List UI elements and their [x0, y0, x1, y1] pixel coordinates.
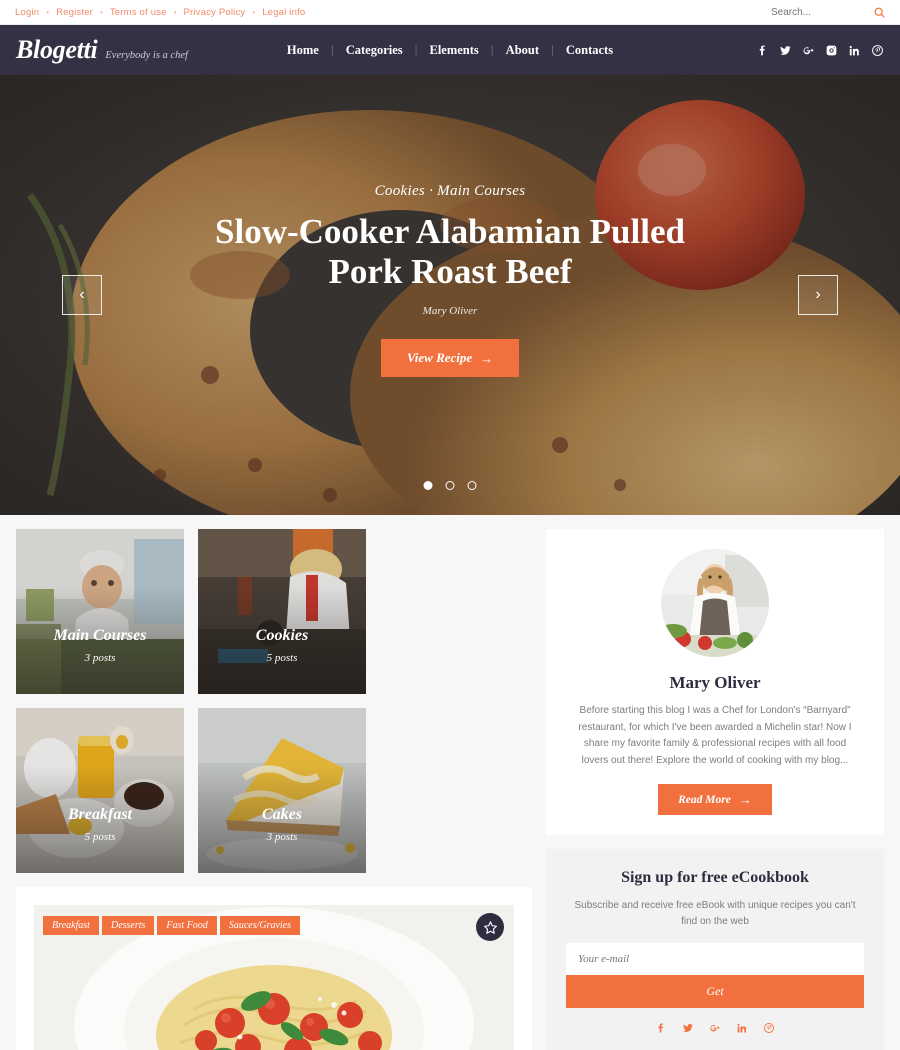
arrow-right-icon: →: [738, 792, 752, 807]
topbar-link-login[interactable]: Login: [8, 7, 46, 18]
newsletter-description: Subscribe and receive free eBook with un…: [574, 899, 856, 927]
hero-categories[interactable]: Cookies · Main Courses: [375, 183, 526, 200]
post-tag-breakfast[interactable]: Breakfast: [43, 916, 99, 935]
site-header: Blogetti Everybody is a chef Home | Cate…: [0, 25, 900, 75]
page-content: Main Courses 3 posts Cookies 5 posts Bre…: [0, 515, 900, 1050]
view-recipe-label: View Recipe: [406, 350, 473, 366]
newsletter-title: Sign up for free eCookbook: [621, 869, 809, 886]
read-more-button[interactable]: Read More →: [658, 784, 772, 815]
facebook-icon[interactable]: [655, 1022, 667, 1034]
star-icon: [483, 920, 497, 934]
chevron-left-icon: ‹: [79, 286, 85, 303]
view-recipe-button[interactable]: View Recipe →: [380, 339, 520, 378]
sidebar: Mary Oliver Before starting this blog I …: [546, 529, 884, 1050]
header-social-links: [756, 44, 884, 57]
newsletter-widget: Sign up for free eCookbook Subscribe and…: [546, 849, 884, 1050]
category-name: Breakfast: [68, 806, 132, 823]
topbar-link-register[interactable]: Register: [49, 7, 100, 18]
newsletter-submit-button[interactable]: Get: [566, 974, 864, 1008]
category-overlay: [16, 708, 184, 873]
post-image[interactable]: Breakfast Desserts Fast Food Sauces/Grav…: [34, 905, 514, 1050]
twitter-icon[interactable]: [682, 1022, 694, 1034]
category-tile-main-courses[interactable]: Main Courses 3 posts: [16, 529, 184, 694]
category-post-count: 5 posts: [84, 831, 116, 843]
search-icon[interactable]: [873, 6, 886, 19]
hero-slider: ‹ › Cookies · Main Courses Slow-Cooker A…: [0, 75, 900, 515]
topbar-link-privacy[interactable]: Privacy Policy: [176, 7, 252, 18]
nav-item-contacts[interactable]: Contacts: [554, 43, 625, 58]
category-name: Cakes: [262, 806, 302, 823]
author-cta-wrapper: Read More →: [566, 784, 864, 815]
post-tag-fast-food[interactable]: Fast Food: [157, 916, 217, 935]
category-label-block: Cakes 3 posts: [198, 806, 366, 843]
favorite-button[interactable]: [476, 913, 504, 941]
brand-tagline: Everybody is a chef: [105, 50, 188, 61]
category-overlay: [198, 708, 366, 873]
category-grid: Main Courses 3 posts Cookies 5 posts Bre…: [16, 529, 532, 873]
slider-dot-1[interactable]: [423, 481, 433, 490]
category-tile-cookies[interactable]: Cookies 5 posts: [198, 529, 366, 694]
nav-item-categories[interactable]: Categories: [334, 43, 415, 58]
facebook-icon[interactable]: [756, 44, 769, 57]
search-container: [771, 6, 886, 19]
nav-item-home[interactable]: Home: [275, 43, 331, 58]
category-post-count: 3 posts: [84, 652, 116, 664]
author-bio: Before starting this blog I was a Chef f…: [578, 705, 852, 766]
linkedin-icon[interactable]: [848, 44, 861, 57]
linkedin-icon[interactable]: [736, 1022, 748, 1034]
category-post-count: 3 posts: [266, 831, 298, 843]
nav-item-about[interactable]: About: [494, 43, 551, 58]
brand-logo[interactable]: Blogetti Everybody is a chef: [16, 35, 188, 65]
newsletter-form: Get: [566, 942, 864, 1008]
post-tag-desserts[interactable]: Desserts: [101, 916, 155, 935]
arrow-right-icon: →: [480, 350, 494, 366]
category-label-block: Main Courses 3 posts: [16, 627, 184, 664]
category-tile-breakfast[interactable]: Breakfast 5 posts: [16, 708, 184, 873]
pinterest-icon[interactable]: [871, 44, 884, 57]
main-column: Main Courses 3 posts Cookies 5 posts Bre…: [16, 529, 532, 1050]
google-plus-icon[interactable]: [709, 1022, 721, 1034]
read-more-label: Read More: [678, 793, 731, 806]
post-tags: Breakfast Desserts Fast Food Sauces/Grav…: [43, 916, 301, 935]
slider-dot-3[interactable]: [467, 481, 477, 490]
post-card: Breakfast Desserts Fast Food Sauces/Grav…: [16, 887, 532, 1050]
category-name: Cookies: [255, 627, 309, 644]
top-bar: Login • Register • Terms of use • Privac…: [0, 0, 900, 25]
pinterest-icon[interactable]: [763, 1022, 775, 1034]
twitter-icon[interactable]: [779, 44, 792, 57]
category-label-block: Breakfast 5 posts: [16, 806, 184, 843]
author-avatar: [661, 549, 769, 657]
instagram-icon[interactable]: [825, 44, 838, 57]
google-plus-icon[interactable]: [802, 44, 815, 57]
category-tile-cakes[interactable]: Cakes 3 posts: [198, 708, 366, 873]
chevron-right-icon: ›: [815, 286, 821, 303]
topbar-link-terms[interactable]: Terms of use: [103, 7, 174, 18]
slider-dot-2[interactable]: [445, 481, 455, 490]
hero-content: Cookies · Main Courses Slow-Cooker Alaba…: [0, 75, 900, 515]
category-name: Main Courses: [53, 627, 147, 644]
top-bar-links: Login • Register • Terms of use • Privac…: [8, 7, 312, 18]
author-widget: Mary Oliver Before starting this blog I …: [546, 529, 884, 835]
email-input[interactable]: [566, 942, 864, 975]
slider-prev-button[interactable]: ‹: [62, 275, 102, 315]
slider-dots: [423, 481, 477, 490]
main-navigation: Home | Categories | Elements | About | C…: [275, 43, 625, 58]
nav-item-elements[interactable]: Elements: [417, 43, 490, 58]
category-overlay: [16, 529, 184, 694]
category-overlay: [198, 529, 366, 694]
newsletter-social-links: [566, 1022, 864, 1034]
post-tag-sauces-gravies[interactable]: Sauces/Gravies: [219, 916, 301, 935]
hero-author[interactable]: Mary Oliver: [423, 305, 478, 317]
topbar-link-legal[interactable]: Legal info: [255, 7, 312, 18]
author-name: Mary Oliver: [669, 673, 761, 692]
slider-next-button[interactable]: ›: [798, 275, 838, 315]
hero-title: Slow-Cooker Alabamian Pulled Pork Roast …: [215, 211, 685, 291]
search-input[interactable]: [771, 6, 843, 18]
category-label-block: Cookies 5 posts: [198, 627, 366, 664]
brand-name: Blogetti: [16, 35, 98, 64]
category-post-count: 5 posts: [266, 652, 298, 664]
